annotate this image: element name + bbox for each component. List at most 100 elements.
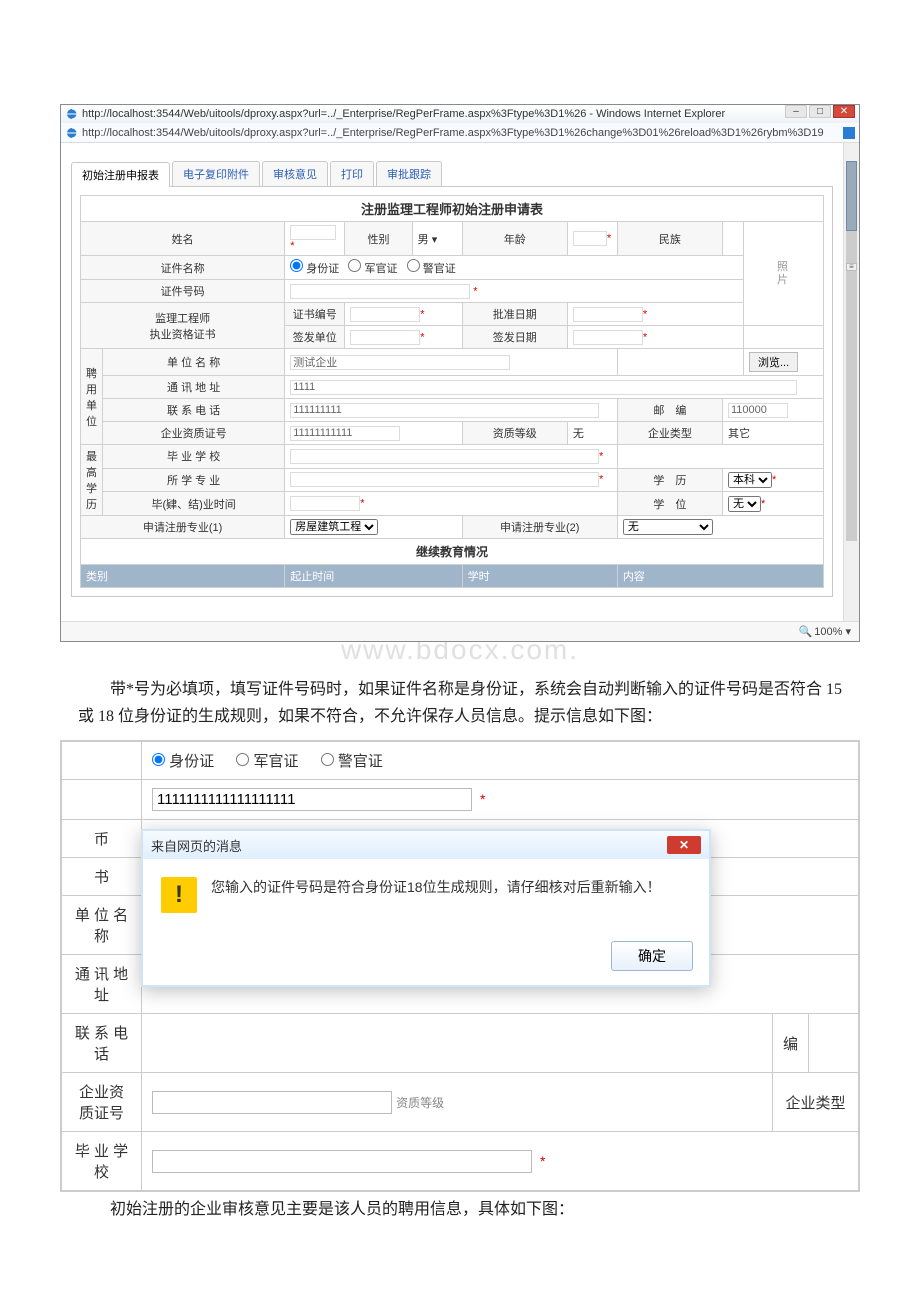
ss2-idtype-1[interactable]: 身份证 bbox=[152, 753, 214, 770]
ent-type-val: 其它 bbox=[722, 422, 823, 445]
cert-no-input[interactable] bbox=[350, 307, 420, 322]
label-zip: 邮 编 bbox=[617, 399, 722, 422]
ie-stop-icon[interactable] bbox=[843, 127, 855, 139]
label-issue-org: 签发单位 bbox=[285, 326, 345, 349]
dialog-ok-button[interactable]: 确定 bbox=[611, 941, 693, 971]
idtype-option-1[interactable]: 身份证 bbox=[290, 263, 339, 275]
label-approve-date: 批准日期 bbox=[462, 303, 567, 326]
dialog-title: 来自网页的消息 bbox=[151, 836, 242, 855]
scroll-thumb[interactable] bbox=[846, 161, 857, 231]
doc-id-input[interactable] bbox=[290, 284, 470, 299]
label-unit-name: 单 位 名 称 bbox=[103, 349, 285, 376]
paragraph-1: 带*号为必填项，填写证件号码时，如果证件名称是身份证，系统会自动判断输入的证件号… bbox=[78, 676, 842, 730]
age-input[interactable] bbox=[573, 231, 607, 246]
zoom-level[interactable]: 100% bbox=[814, 626, 842, 638]
paragraph-2: 初始注册的企业审核意见主要是该人员的聘用信息，具体如下图： bbox=[78, 1196, 842, 1223]
th-period: 起止时间 bbox=[285, 565, 462, 588]
ss2-row3: 单 位 名 称 bbox=[62, 896, 142, 955]
screenshot-dialog: 身份证 军官证 警官证 * 币 书 单 位 名 称 通 讯 地 址 联 系 电 … bbox=[60, 740, 860, 1192]
ss2-qual-input[interactable] bbox=[152, 1091, 392, 1114]
dialog-message: 您输入的证件号码是符合身份证18位生成规则，请仔细核对后重新输入！ bbox=[211, 877, 661, 897]
tel-input[interactable] bbox=[290, 403, 599, 418]
tab-bar: 初始注册申报表 电子复印附件 审核意见 打印 审批跟踪 bbox=[71, 161, 833, 187]
dropdown-icon[interactable]: ▾ bbox=[432, 234, 438, 246]
major-input[interactable] bbox=[290, 472, 599, 487]
ss2-idtype-2[interactable]: 军官证 bbox=[236, 753, 298, 770]
tab-review[interactable]: 审核意见 bbox=[262, 161, 328, 186]
label-apply2: 申请注册专业(2) bbox=[462, 516, 617, 539]
degree-select[interactable]: 本科 bbox=[728, 472, 772, 488]
window-close-button[interactable]: ✕ bbox=[833, 105, 855, 118]
issue-org-input[interactable] bbox=[350, 330, 420, 345]
label-qual-lvl: 资质等级 bbox=[462, 422, 567, 445]
label-doc-id: 证件号码 bbox=[81, 280, 285, 303]
addr-input[interactable] bbox=[290, 380, 797, 395]
approve-date-input[interactable] bbox=[573, 307, 643, 322]
label-cert-no: 证书编号 bbox=[285, 303, 345, 326]
label-apply1: 申请注册专业(1) bbox=[81, 516, 285, 539]
th-type: 类别 bbox=[81, 565, 285, 588]
apply1-select[interactable]: 房屋建筑工程 bbox=[290, 519, 378, 535]
th-hours: 学时 bbox=[462, 565, 617, 588]
school-input[interactable] bbox=[290, 449, 599, 464]
ss2-school-input[interactable] bbox=[152, 1150, 532, 1173]
zip-input[interactable] bbox=[728, 403, 788, 418]
ie-address-bar: http://localhost:3544/Web/uitools/dproxy… bbox=[61, 123, 859, 143]
label-grad-date: 毕(肄、结)业时间 bbox=[103, 492, 285, 516]
form-title: 注册监理工程师初始注册申请表 bbox=[81, 196, 824, 222]
alert-dialog: 来自网页的消息 ✕ 您输入的证件号码是符合身份证18位生成规则，请仔细核对后重新… bbox=[141, 829, 711, 987]
ie-url[interactable]: http://localhost:3544/Web/uitools/dproxy… bbox=[82, 127, 839, 139]
tab-attachments[interactable]: 电子复印附件 bbox=[172, 161, 260, 186]
tab-print[interactable]: 打印 bbox=[330, 161, 374, 186]
degree2-select[interactable]: 无 bbox=[728, 496, 761, 512]
label-addr: 通 讯 地 址 bbox=[103, 376, 285, 399]
label-nation: 民族 bbox=[617, 222, 722, 256]
apply2-select[interactable]: 无 bbox=[623, 519, 713, 535]
ss2-ent-type: 企业类型 bbox=[772, 1073, 858, 1132]
zoom-dropdown-icon[interactable]: ▾ bbox=[845, 625, 851, 638]
ie-window: http://localhost:3544/Web/uitools/dproxy… bbox=[60, 104, 860, 642]
grad-date-input[interactable] bbox=[290, 496, 360, 511]
warning-icon bbox=[161, 877, 197, 913]
ss2-row4: 通 讯 地 址 bbox=[62, 955, 142, 1014]
issue-date-input[interactable] bbox=[573, 330, 643, 345]
qual-no-input[interactable] bbox=[290, 426, 400, 441]
tab-form[interactable]: 初始注册申报表 bbox=[71, 162, 170, 187]
ss2-row5: 联 系 电 话 bbox=[62, 1014, 142, 1073]
application-form: 注册监理工程师初始注册申请表 姓名 * 性别 男 ▾ 年龄 * 民族 照 片 证… bbox=[80, 195, 824, 588]
maximize-button[interactable]: □ bbox=[809, 105, 831, 118]
label-doc-name: 证件名称 bbox=[81, 256, 285, 280]
ss2-row6: 企业资质证号 bbox=[62, 1073, 142, 1132]
tab-approval[interactable]: 审批跟踪 bbox=[376, 161, 442, 186]
qual-lvl-val: 无 bbox=[567, 422, 617, 445]
th-content: 内容 bbox=[617, 565, 823, 588]
ss2-row7: 毕 业 学 校 bbox=[62, 1132, 142, 1191]
ie-titlebar: http://localhost:3544/Web/uitools/dproxy… bbox=[61, 105, 859, 123]
name-input[interactable] bbox=[290, 225, 336, 240]
idtype-option-2[interactable]: 军官证 bbox=[348, 263, 397, 275]
label-cert: 监理工程师 执业资格证书 bbox=[81, 303, 285, 349]
label-school: 毕 业 学 校 bbox=[103, 445, 285, 469]
ss2-zip: 编 bbox=[772, 1014, 808, 1073]
label-major: 所 学 专 业 bbox=[103, 468, 285, 492]
unit-name-input[interactable] bbox=[290, 355, 510, 370]
browse-button[interactable]: 浏览... bbox=[749, 352, 798, 372]
ss2-row2: 书 bbox=[62, 858, 142, 896]
magnifier-icon: 🔍 bbox=[799, 625, 813, 638]
label-issue-date: 签发日期 bbox=[462, 326, 567, 349]
label-degree2: 学 位 bbox=[617, 492, 722, 516]
ie-favicon2-icon bbox=[65, 126, 79, 140]
dialog-close-button[interactable]: ✕ bbox=[667, 836, 701, 854]
photo-placeholder: 照 片 bbox=[744, 222, 824, 326]
ss2-idtype-3[interactable]: 警官证 bbox=[321, 753, 383, 770]
label-qual-no: 企业资质证号 bbox=[103, 422, 285, 445]
ss2-id-input[interactable] bbox=[152, 788, 472, 811]
idtype-option-3[interactable]: 警官证 bbox=[407, 263, 456, 275]
ie-favicon-icon bbox=[65, 107, 79, 121]
label-name: 姓名 bbox=[81, 222, 285, 256]
minimize-button[interactable]: – bbox=[785, 105, 807, 118]
ie-title: http://localhost:3544/Web/uitools/dproxy… bbox=[82, 108, 725, 120]
scrollbar[interactable]: ≡ bbox=[843, 143, 859, 621]
ie-statusbar: 🔍 100% ▾ bbox=[61, 621, 859, 641]
label-ent-type: 企业类型 bbox=[617, 422, 722, 445]
